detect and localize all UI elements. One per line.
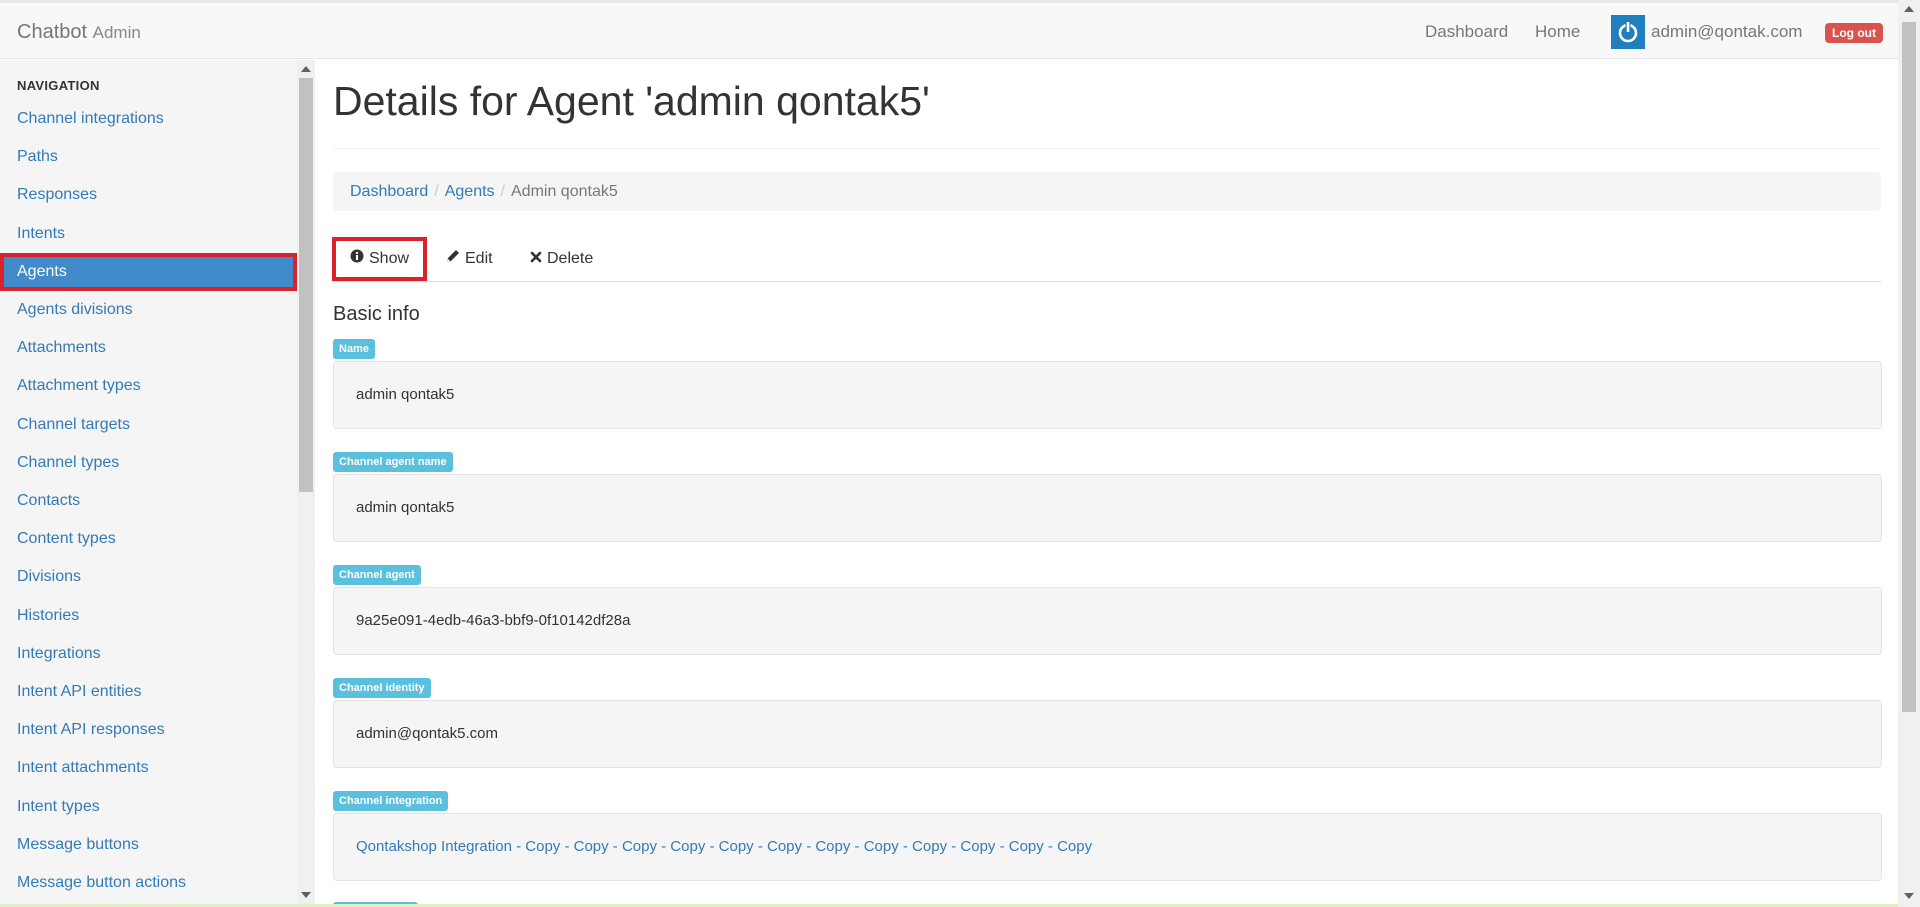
- breadcrumb-separator: /: [500, 183, 505, 200]
- scroll-down-icon[interactable]: [1904, 893, 1914, 899]
- sidebar-item-paths[interactable]: Paths: [0, 138, 297, 176]
- page-scrollbar[interactable]: [1898, 0, 1920, 907]
- field-label-channel-agent: Channel agent: [333, 565, 421, 585]
- nav-link-home[interactable]: Home: [1535, 22, 1580, 42]
- scroll-up-icon[interactable]: [1904, 6, 1914, 12]
- field-label-channel-integration: Channel integration: [333, 791, 449, 811]
- sidebar-header: NAVIGATION: [17, 78, 100, 93]
- scroll-down-icon[interactable]: [301, 892, 311, 898]
- page-scroll-thumb[interactable]: [1902, 22, 1916, 712]
- tab-show[interactable]: Show: [332, 237, 428, 281]
- field-value-channel-identity: admin@qontak5.com: [333, 700, 1882, 768]
- logout-button[interactable]: Log out: [1825, 23, 1883, 43]
- tab-show-label: Show: [369, 250, 410, 267]
- user-menu[interactable]: admin@qontak.com: [1611, 15, 1802, 49]
- sidebar-item-agents[interactable]: Agents: [0, 252, 297, 291]
- sidebar-item-agents-divisions[interactable]: Agents divisions: [0, 291, 297, 329]
- scroll-up-icon[interactable]: [301, 66, 311, 72]
- sidebar-item-responses[interactable]: Responses: [0, 176, 297, 214]
- sidebar-item-integrations[interactable]: Integrations: [0, 635, 297, 673]
- power-icon: [1611, 15, 1645, 49]
- field-value-name: admin qontak5: [333, 361, 1882, 429]
- brand[interactable]: Chatbot Admin: [17, 21, 141, 44]
- top-navbar: Chatbot Admin Dashboard Home admin@qonta…: [0, 3, 1898, 59]
- breadcrumb-dashboard[interactable]: Dashboard: [350, 183, 428, 200]
- sidebar-item-intent-api-entities[interactable]: Intent API entities: [0, 673, 297, 711]
- sidebar-item-message-button-actions[interactable]: Message button actions: [0, 864, 297, 902]
- breadcrumb-current: Admin qontak5: [511, 183, 618, 200]
- sidebar-scroll-thumb[interactable]: [299, 78, 313, 492]
- breadcrumb: Dashboard / Agents / Admin qontak5: [333, 172, 1881, 211]
- title-divider: [333, 148, 1881, 149]
- times-icon: [530, 239, 542, 279]
- sidebar-item-channel-types[interactable]: Channel types: [0, 444, 297, 482]
- tab-edit[interactable]: Edit: [446, 237, 493, 281]
- sidebar-item-intent-api-responses[interactable]: Intent API responses: [0, 711, 297, 749]
- brand-subtitle: Admin: [92, 23, 141, 42]
- sidebar-item-contacts[interactable]: Contacts: [0, 482, 297, 520]
- breadcrumb-separator: /: [434, 183, 439, 200]
- sidebar-item-divisions[interactable]: Divisions: [0, 558, 297, 596]
- tabs-divider: [333, 281, 1881, 282]
- sidebar-item-message-buttons[interactable]: Message buttons: [0, 826, 297, 864]
- tab-delete-label: Delete: [547, 250, 594, 267]
- brand-title: Chatbot: [17, 21, 88, 43]
- field-label-channel-agent-name: Channel agent name: [333, 452, 453, 472]
- sidebar-item-channel-targets[interactable]: Channel targets: [0, 406, 297, 444]
- sidebar-item-intents[interactable]: Intents: [0, 215, 297, 253]
- sidebar-item-intent-types[interactable]: Intent types: [0, 788, 297, 826]
- sidebar-scrollbar[interactable]: [297, 60, 315, 907]
- sidebar-item-content-types[interactable]: Content types: [0, 520, 297, 558]
- section-title: Basic info: [333, 303, 420, 325]
- sidebar: NAVIGATION Channel integrations Paths Resp…: [0, 60, 297, 907]
- field-label-name: Name: [333, 339, 375, 359]
- tab-edit-label: Edit: [465, 250, 493, 267]
- sidebar-item-intent-attachments[interactable]: Intent attachments: [0, 749, 297, 787]
- sidebar-item-channel-integrations[interactable]: Channel integrations: [0, 100, 297, 138]
- field-value-channel-integration[interactable]: Qontakshop Integration - Copy - Copy - C…: [333, 813, 1882, 881]
- user-email: admin@qontak.com: [1651, 22, 1803, 41]
- field-label-channel-identity: Channel identity: [333, 678, 431, 698]
- sidebar-item-attachments[interactable]: Attachments: [0, 329, 297, 367]
- sidebar-item-histories[interactable]: Histories: [0, 597, 297, 635]
- tab-delete[interactable]: Delete: [530, 237, 593, 281]
- pencil-icon: [446, 239, 460, 279]
- breadcrumb-agents[interactable]: Agents: [445, 183, 495, 200]
- field-value-channel-agent: 9a25e091-4edb-46a3-bbf9-0f10142df28a: [333, 587, 1882, 655]
- sidebar-item-attachment-types[interactable]: Attachment types: [0, 367, 297, 405]
- nav-link-dashboard[interactable]: Dashboard: [1425, 22, 1508, 42]
- field-value-channel-agent-name: admin qontak5: [333, 474, 1882, 542]
- page-title: Details for Agent 'admin qontak5': [333, 78, 930, 124]
- info-icon: [350, 239, 364, 279]
